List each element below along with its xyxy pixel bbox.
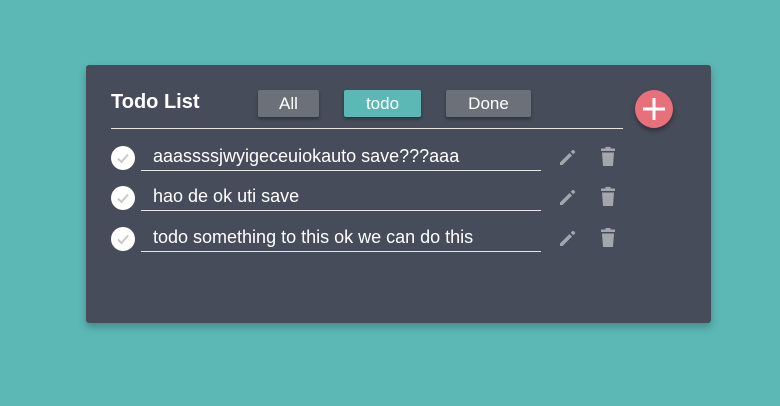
plus-icon [643,98,665,120]
check-icon [117,193,129,204]
add-todo-button[interactable] [635,90,673,128]
todo-check-toggle[interactable] [111,146,135,170]
header-divider [111,128,623,129]
todo-card: Todo List All todo Done aaassssjwyigeceu… [86,65,711,323]
trash-icon[interactable] [598,186,618,208]
todo-text-field[interactable]: aaassssjwyigeceuiokauto save???aaa [141,141,541,171]
filter-todo-button[interactable]: todo [344,90,421,117]
todo-check-toggle[interactable] [111,186,135,210]
filter-all-button[interactable]: All [258,90,319,117]
pencil-icon[interactable] [558,228,578,248]
pencil-icon[interactable] [558,187,578,207]
filter-done-button[interactable]: Done [446,90,531,117]
pencil-icon[interactable] [558,147,578,167]
todo-text-field[interactable]: hao de ok uti save [141,181,541,211]
trash-icon[interactable] [598,227,618,249]
todo-check-toggle[interactable] [111,227,135,251]
page-title: Todo List [111,91,200,113]
todo-item: aaassssjwyigeceuiokauto save???aaa [86,141,711,175]
check-icon [117,234,129,245]
todo-text-field[interactable]: todo something to this ok we can do this [141,222,541,252]
todo-item: hao de ok uti save [86,181,711,215]
check-icon [117,153,129,164]
todo-item: todo something to this ok we can do this [86,222,711,256]
trash-icon[interactable] [598,146,618,168]
